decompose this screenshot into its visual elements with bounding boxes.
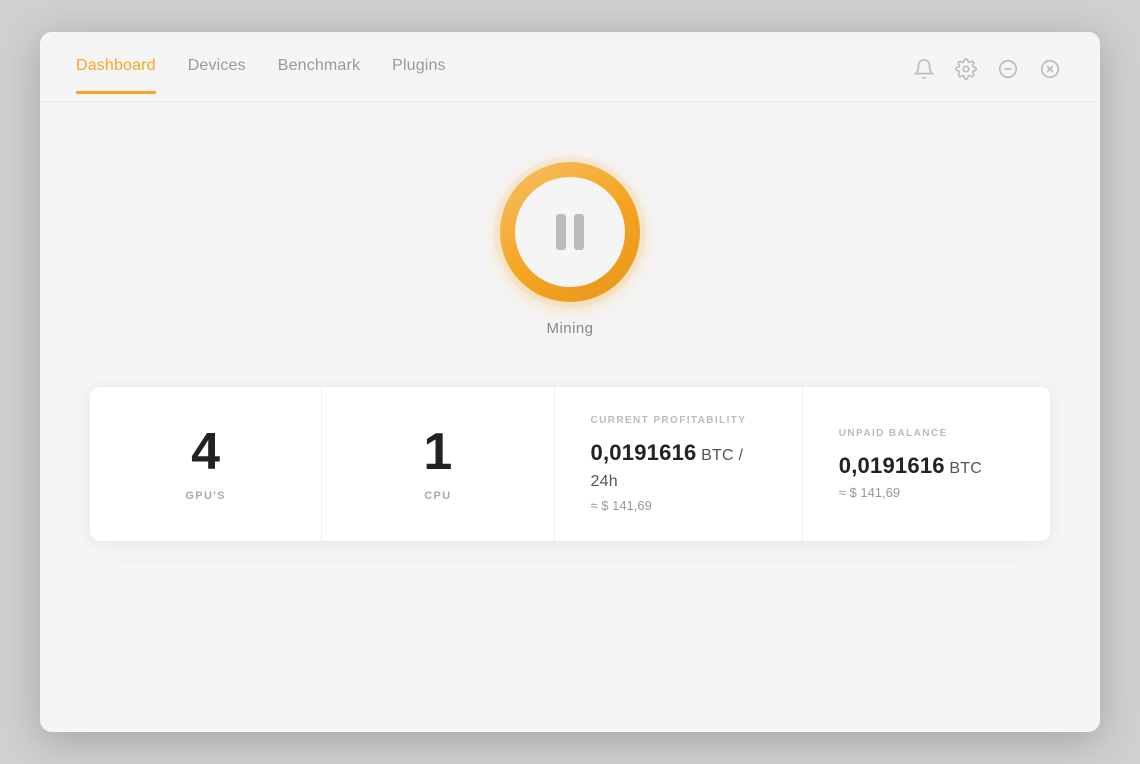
mining-section: Mining: [500, 162, 640, 337]
nav-bar: Dashboard Devices Benchmark Plugins: [40, 32, 1100, 102]
gpu-value: 4: [191, 426, 220, 478]
settings-icon[interactable]: [952, 55, 980, 83]
bottom-area: [80, 561, 1060, 591]
profitability-btc-value: 0,0191616 BTC / 24h: [591, 440, 766, 492]
nav-right: [910, 55, 1064, 97]
app-window: Dashboard Devices Benchmark Plugins: [40, 32, 1100, 732]
profitability-section-label: CURRENT PROFITABILITY: [591, 415, 747, 426]
mining-button-inner: [515, 177, 625, 287]
nav-item-plugins[interactable]: Plugins: [392, 57, 446, 94]
profitability-card: CURRENT PROFITABILITY 0,0191616 BTC / 24…: [555, 387, 803, 541]
gpu-label: GPU'S: [185, 490, 225, 502]
cpu-value: 1: [423, 426, 452, 478]
cpu-label: CPU: [424, 490, 451, 502]
mining-label: Mining: [547, 320, 594, 337]
main-content: Mining 4 GPU'S 1 CPU CURRENT PROFITABILI…: [40, 102, 1100, 732]
pause-bar-left: [556, 214, 566, 250]
bottom-divider: [120, 561, 1020, 572]
nav-item-devices[interactable]: Devices: [188, 57, 246, 94]
nav-item-dashboard[interactable]: Dashboard: [76, 57, 156, 94]
balance-usd: ≈ $ 141,69: [839, 485, 900, 500]
pause-icon: [556, 214, 584, 250]
nav-item-benchmark[interactable]: Benchmark: [278, 57, 360, 94]
bell-icon[interactable]: [910, 55, 938, 83]
profitability-usd: ≈ $ 141,69: [591, 498, 652, 513]
pause-bar-right: [574, 214, 584, 250]
minimize-icon[interactable]: [994, 55, 1022, 83]
mining-button[interactable]: [500, 162, 640, 302]
balance-card: UNPAID BALANCE 0,0191616 BTC ≈ $ 141,69: [803, 387, 1050, 541]
cpu-card: 1 CPU: [322, 387, 554, 541]
close-icon[interactable]: [1036, 55, 1064, 83]
stats-row: 4 GPU'S 1 CPU CURRENT PROFITABILITY 0,01…: [90, 387, 1050, 541]
nav-left: Dashboard Devices Benchmark Plugins: [76, 57, 446, 94]
balance-btc-value: 0,0191616 BTC: [839, 453, 982, 479]
gpu-card: 4 GPU'S: [90, 387, 322, 541]
balance-section-label: UNPAID BALANCE: [839, 428, 948, 439]
